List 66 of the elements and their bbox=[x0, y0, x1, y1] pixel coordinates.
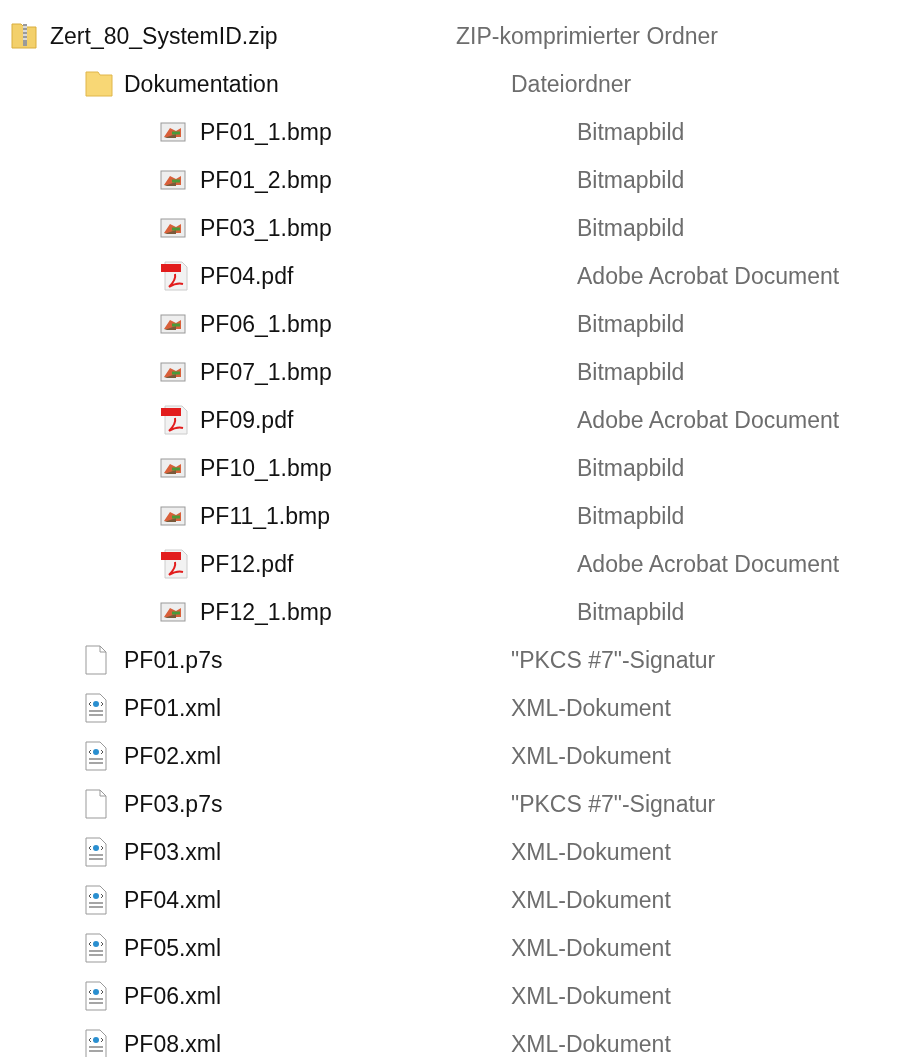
xml-file-icon bbox=[84, 981, 108, 1011]
file-type: Adobe Acrobat Document bbox=[577, 550, 840, 578]
file-name[interactable]: PF03.p7s bbox=[124, 790, 511, 818]
file-type: XML-Dokument bbox=[511, 694, 671, 722]
file-name[interactable]: PF06_1.bmp bbox=[200, 310, 577, 338]
file-name[interactable]: PF01_2.bmp bbox=[200, 166, 577, 194]
file-name[interactable]: PF01_1.bmp bbox=[200, 118, 577, 146]
file-name[interactable]: PF01.xml bbox=[124, 694, 511, 722]
file-icon bbox=[84, 789, 108, 819]
file-type: Bitmapbild bbox=[577, 118, 685, 146]
image-file-icon bbox=[160, 314, 186, 334]
xml-file-icon bbox=[84, 837, 108, 867]
file-type: Adobe Acrobat Document bbox=[577, 406, 840, 434]
file-type: Bitmapbild bbox=[577, 166, 685, 194]
file-name[interactable]: PF11_1.bmp bbox=[200, 502, 577, 530]
xml-file-icon bbox=[84, 933, 108, 963]
file-name[interactable]: PF03.xml bbox=[124, 838, 511, 866]
file-name[interactable]: PF02.xml bbox=[124, 742, 511, 770]
file-type: XML-Dokument bbox=[511, 886, 671, 914]
file-type: XML-Dokument bbox=[511, 934, 671, 962]
image-file-icon bbox=[160, 122, 186, 142]
image-file-icon bbox=[160, 170, 186, 190]
file-name[interactable]: PF09.pdf bbox=[200, 406, 577, 434]
image-file-icon bbox=[160, 218, 186, 238]
file-type: Adobe Acrobat Document bbox=[577, 262, 840, 290]
file-name[interactable]: PF05.xml bbox=[124, 934, 511, 962]
file-name[interactable]: PF03_1.bmp bbox=[200, 214, 577, 242]
file-name[interactable]: Dokumentation bbox=[124, 70, 511, 98]
file-name[interactable]: PF07_1.bmp bbox=[200, 358, 577, 386]
file-name[interactable]: Zert_80_SystemID.zip bbox=[50, 22, 456, 50]
file-name[interactable]: PF12.pdf bbox=[200, 550, 577, 578]
xml-file-icon bbox=[84, 885, 108, 915]
file-name[interactable]: PF08.xml bbox=[124, 1030, 511, 1057]
file-type: XML-Dokument bbox=[511, 742, 671, 770]
xml-file-icon bbox=[84, 1029, 108, 1057]
pdf-file-icon bbox=[160, 548, 190, 580]
file-name[interactable]: PF12_1.bmp bbox=[200, 598, 577, 626]
file-type: ZIP-komprimierter Ordner bbox=[456, 22, 718, 50]
pdf-file-icon bbox=[160, 260, 190, 292]
file-type: Bitmapbild bbox=[577, 358, 685, 386]
file-type: Bitmapbild bbox=[577, 214, 685, 242]
pdf-file-icon bbox=[160, 404, 190, 436]
file-name[interactable]: PF10_1.bmp bbox=[200, 454, 577, 482]
file-type: Dateiordner bbox=[511, 70, 632, 98]
image-file-icon bbox=[160, 458, 186, 478]
image-file-icon bbox=[160, 362, 186, 382]
xml-file-icon bbox=[84, 693, 108, 723]
file-type: Bitmapbild bbox=[577, 454, 685, 482]
file-type: XML-Dokument bbox=[511, 982, 671, 1010]
file-icon bbox=[84, 645, 108, 675]
image-file-icon bbox=[160, 602, 186, 622]
xml-file-icon bbox=[84, 741, 108, 771]
file-type: Bitmapbild bbox=[577, 310, 685, 338]
file-type: Bitmapbild bbox=[577, 502, 685, 530]
file-type: Bitmapbild bbox=[577, 598, 685, 626]
file-name[interactable]: PF01.p7s bbox=[124, 646, 511, 674]
file-name[interactable]: PF04.pdf bbox=[200, 262, 577, 290]
file-type: "PKCS #7"-Signatur bbox=[511, 646, 716, 674]
file-name[interactable]: PF04.xml bbox=[124, 886, 511, 914]
file-type: XML-Dokument bbox=[511, 838, 671, 866]
zip-folder-icon bbox=[10, 21, 38, 51]
folder-icon bbox=[84, 69, 114, 99]
file-type: "PKCS #7"-Signatur bbox=[511, 790, 716, 818]
image-file-icon bbox=[160, 506, 186, 526]
file-name[interactable]: PF06.xml bbox=[124, 982, 511, 1010]
file-type: XML-Dokument bbox=[511, 1030, 671, 1057]
